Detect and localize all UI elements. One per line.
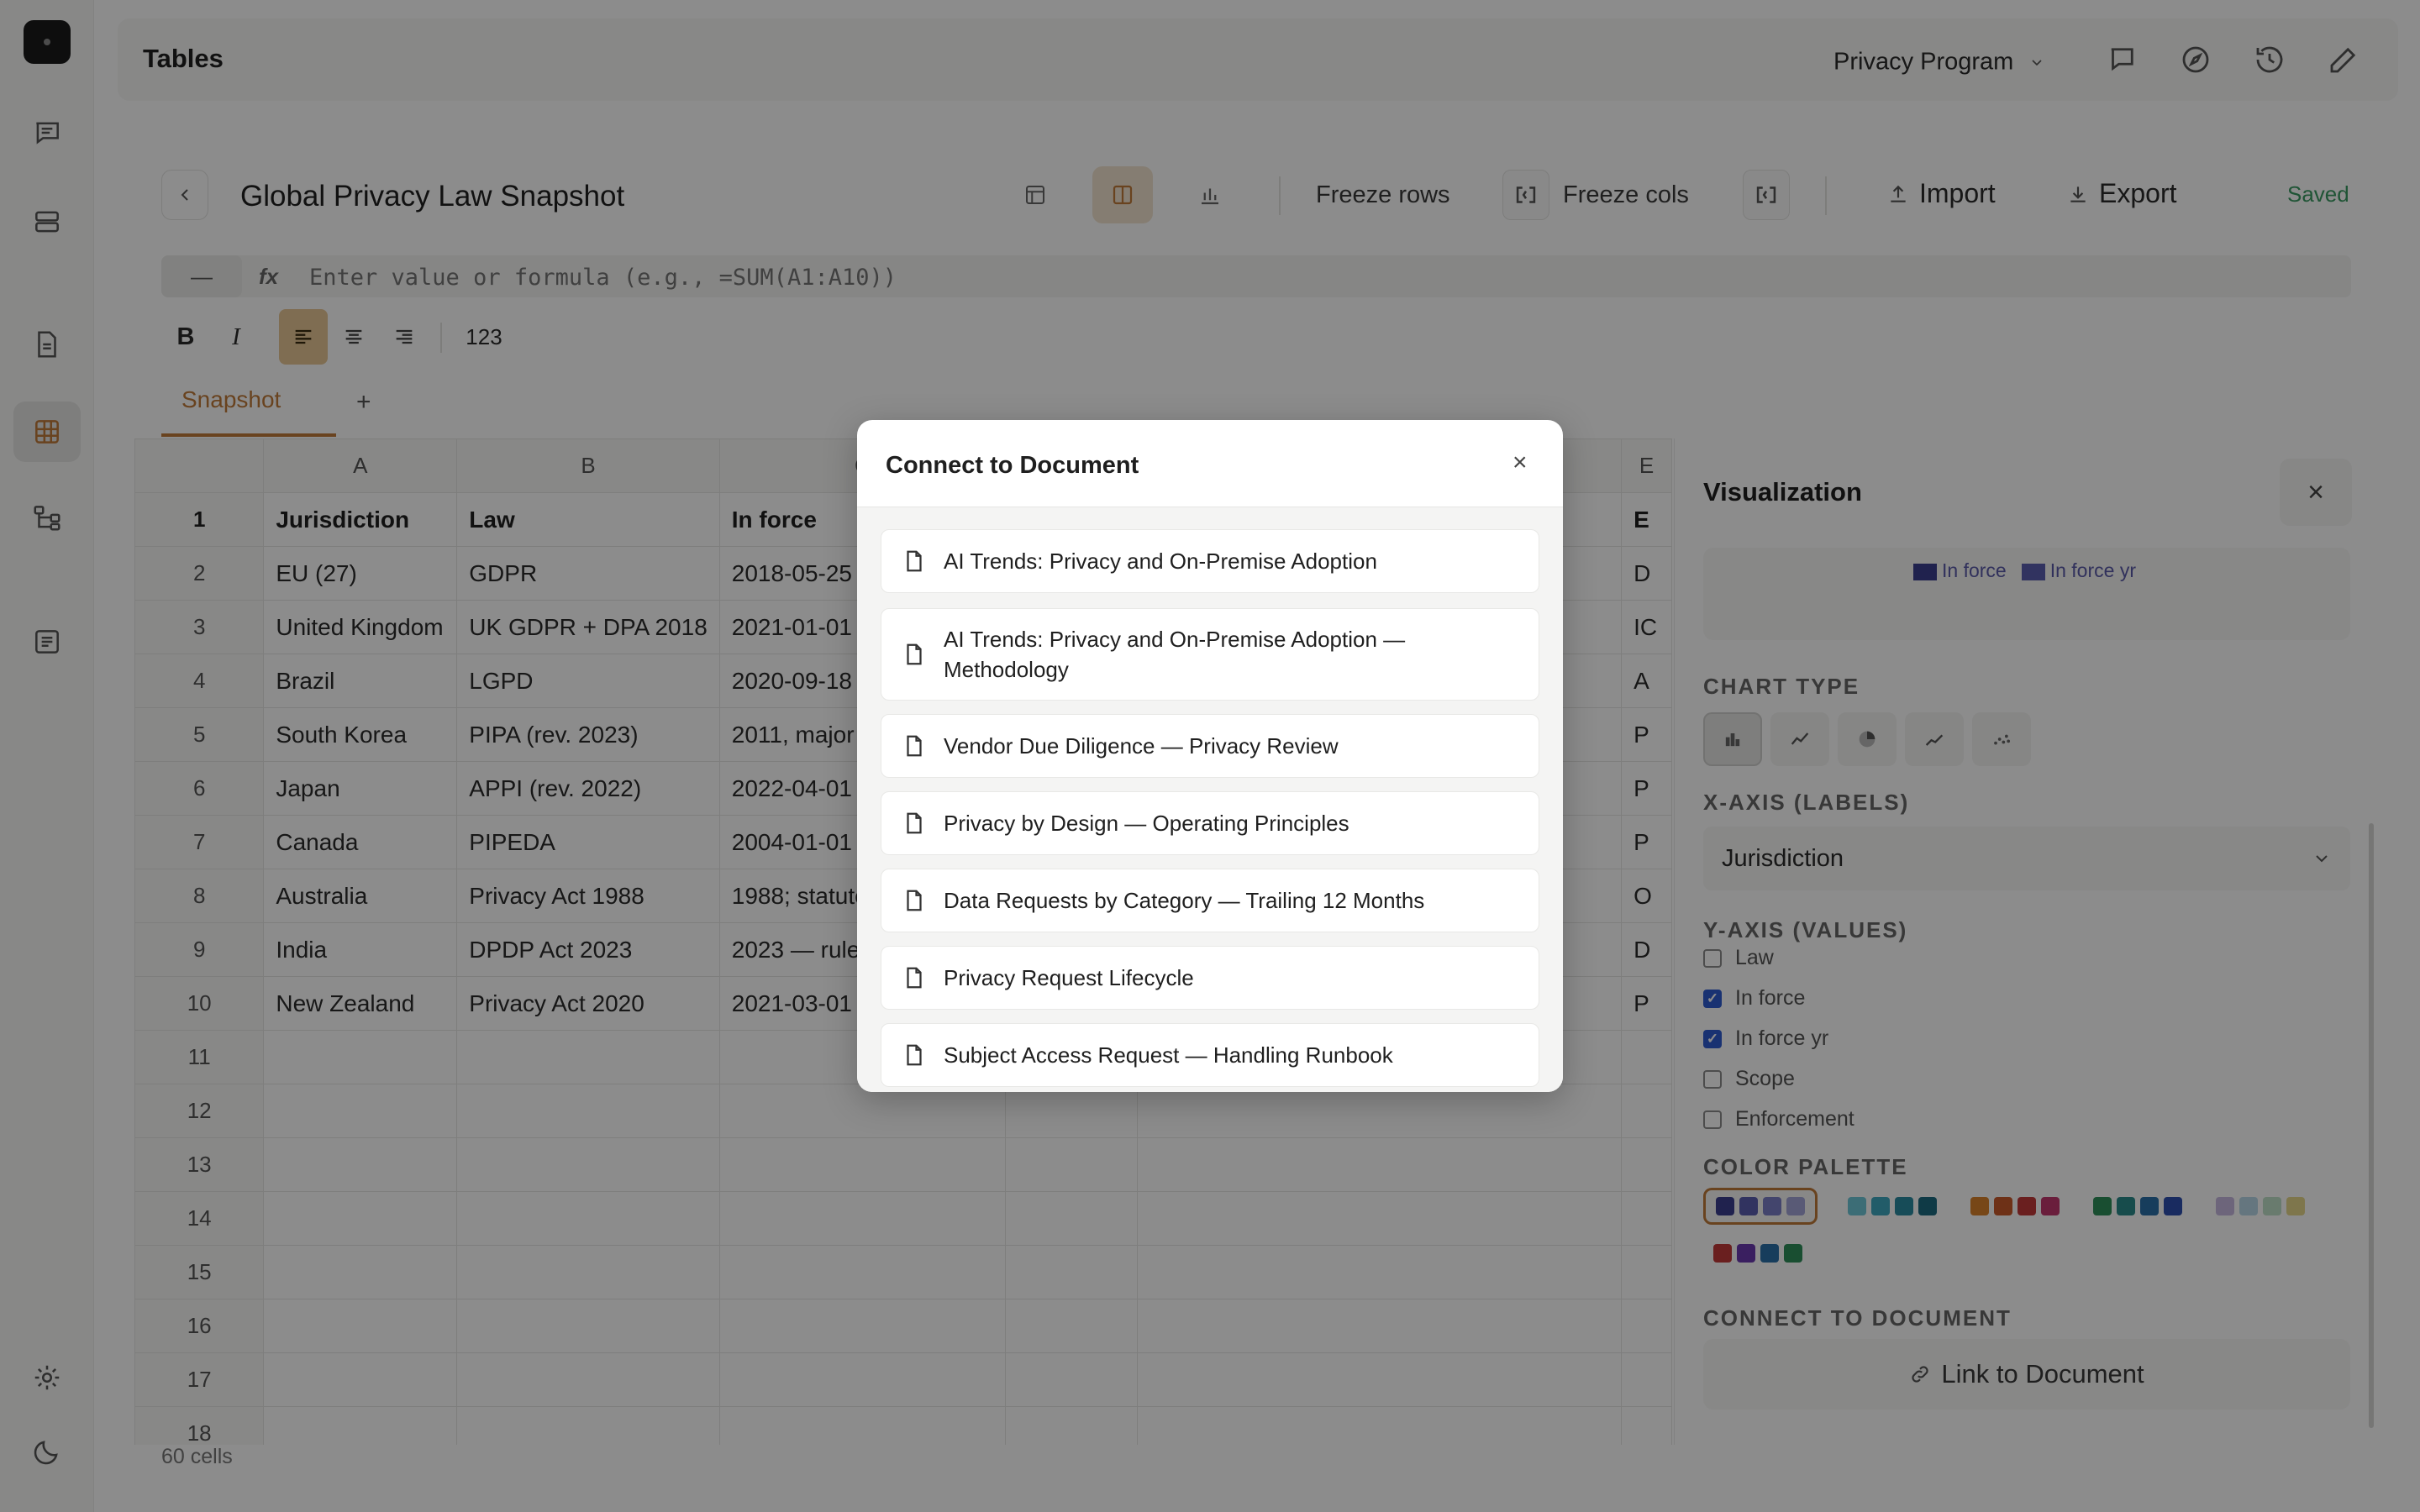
document-option-title: Privacy Request Lifecycle	[944, 965, 1194, 990]
file-icon	[907, 735, 922, 757]
dialog-header: Connect to Document ×	[857, 420, 1563, 507]
document-option[interactable]: Vendor Due Diligence — Privacy Review	[881, 714, 1539, 778]
document-option[interactable]: Data Requests by Category — Trailing 12 …	[881, 869, 1539, 932]
file-icon	[907, 1044, 922, 1066]
dialog-title: Connect to Document	[886, 452, 1139, 479]
file-icon	[907, 550, 922, 572]
document-option-title: Vendor Due Diligence — Privacy Review	[944, 733, 1339, 759]
close-dialog-button[interactable]: ×	[1512, 449, 1528, 477]
document-option-title: AI Trends: Privacy and On-Premise Adopti…	[944, 627, 1406, 682]
document-option[interactable]: Privacy Request Lifecycle	[881, 946, 1539, 1010]
file-icon	[907, 890, 922, 911]
connect-document-dialog: Connect to Document × AI Trends: Privacy…	[857, 420, 1563, 1092]
document-option[interactable]: Privacy by Design — Operating Principles	[881, 791, 1539, 855]
document-option[interactable]: AI Trends: Privacy and On-Premise Adopti…	[881, 529, 1539, 593]
document-list: AI Trends: Privacy and On-Premise Adopti…	[857, 507, 1563, 1092]
document-option[interactable]: AI Trends: Privacy and On-Premise Adopti…	[881, 608, 1539, 701]
document-option-title: AI Trends: Privacy and On-Premise Adopti…	[944, 549, 1377, 574]
file-icon	[907, 812, 922, 834]
file-icon	[907, 967, 922, 989]
document-option[interactable]: Subject Access Request — Handling Runboo…	[881, 1023, 1539, 1087]
document-option-title: Subject Access Request — Handling Runboo…	[944, 1042, 1393, 1068]
file-icon	[907, 643, 922, 665]
document-option-title: Data Requests by Category — Trailing 12 …	[944, 888, 1425, 913]
document-option-title: Privacy by Design — Operating Principles	[944, 811, 1349, 836]
